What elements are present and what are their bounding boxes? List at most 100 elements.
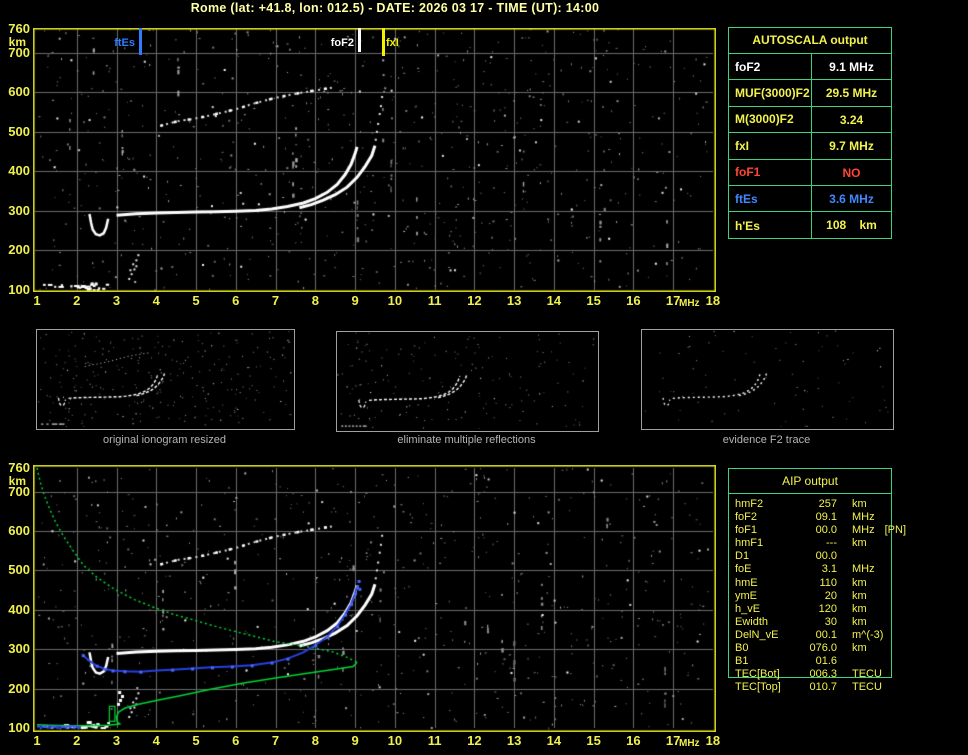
x-tick-label: 14: [546, 293, 562, 308]
parameter-label: foF1: [735, 165, 761, 180]
y-axis-unit: km: [8, 474, 26, 488]
x-axis-unit: MHz: [679, 298, 700, 309]
parameter-label: MUF(3000)F2: [735, 86, 810, 101]
ionogram-plot-bottom: [33, 465, 716, 732]
panel-caption: eliminate multiple reflections: [397, 434, 536, 446]
x-tick-label: 12: [467, 293, 482, 308]
parameter-value: 120: [818, 602, 837, 615]
table-row: M(3000)F2 3.24: [729, 106, 891, 134]
parameter-label: foE: [735, 563, 752, 576]
fof2-marker-line: [358, 28, 362, 52]
x-tick-label: 3: [112, 733, 121, 748]
parameter-value: 3.24: [811, 106, 891, 133]
y-tick-label: 600: [8, 84, 30, 100]
parameter-value: 29.5 MHz: [811, 80, 891, 106]
fof2-marker-label: foF2: [330, 37, 354, 49]
parameter-value: 01.6: [815, 655, 837, 668]
parameter-value: NO: [811, 159, 891, 185]
table-row: foF2 9.1 MHz: [729, 54, 891, 81]
parameter-unit: km: [852, 537, 867, 550]
x-tick-label: 6: [232, 293, 240, 308]
x-tick-label: 2: [73, 293, 81, 308]
parameter-label: TEC[Bot]: [735, 668, 780, 681]
y-tick-label: 300: [8, 202, 30, 218]
parameter-value: 09.1: [815, 511, 837, 524]
parameter-label: foF1: [735, 524, 758, 537]
parameter-value: 006.3: [809, 668, 837, 681]
parameter-unit: [837, 550, 891, 563]
x-tick-label: 15: [586, 733, 601, 748]
x-tick-label: 4: [152, 733, 160, 748]
x-tick-label: 6: [232, 733, 240, 748]
x-tick-label: 14: [546, 733, 562, 748]
table-row: MUF(3000)F2 29.5 MHz: [729, 80, 891, 107]
parameter-value: 9.1 MHz: [811, 54, 891, 80]
parameter-unit: MHz: [852, 563, 875, 576]
parameter-value: 00.1: [815, 628, 837, 641]
aip-output-table: AIP output hmF2 257 km foF2 09.1 MHz foF1 00.0 M…: [728, 468, 906, 693]
x-tick-label: 1: [33, 293, 41, 308]
table-row: ftEs 3.6 MHz: [729, 185, 891, 213]
x-tick-label: 1: [33, 733, 41, 748]
y-tick-label: 300: [8, 641, 30, 657]
parameter-unit: m^(-3): [852, 628, 884, 641]
y-tick-label: 760: [8, 460, 30, 475]
x-tick-label: 13: [506, 293, 522, 308]
table-row: foF2 09.1 MHz: [735, 511, 891, 524]
panel-caption: original ionogram resized: [103, 434, 226, 446]
parameter-unit: MHz [PN]: [852, 524, 907, 537]
parameter-label: foF2: [735, 59, 761, 74]
parameter-unit: km: [852, 602, 867, 615]
y-tick-label: 600: [8, 523, 30, 539]
table-row: foE 3.1 MHz: [735, 563, 891, 576]
x-tick-label: 8: [311, 733, 319, 748]
parameter-label: h'Es: [735, 218, 760, 233]
parameter-unit: km: [852, 498, 867, 510]
parameter-label: ftEs: [735, 191, 758, 206]
parameter-unit: km: [852, 642, 867, 655]
table-row: foF1 00.0 MHz [PN]: [735, 524, 906, 537]
table-row: DelN_vE 00.1 m^(-3): [735, 629, 891, 642]
y-tick-label: 500: [8, 123, 30, 139]
parameter-label: hmF2: [735, 498, 764, 510]
table-row: h'Es 108 km: [729, 212, 891, 239]
x-tick-label: 18: [705, 733, 721, 748]
parameter-value: 9.7 MHz: [811, 133, 891, 159]
table-row: ymE 20 km: [735, 590, 891, 603]
x-tick-label: 16: [626, 733, 641, 748]
table-row: foF1 NO: [729, 159, 891, 186]
parameter-value: 30: [824, 615, 837, 628]
x-tick-label: 11: [427, 293, 442, 308]
x-tick-label: 4: [152, 293, 160, 308]
table-row: B0 076.0 km: [735, 642, 891, 655]
fxi-marker-line: [381, 28, 385, 56]
parameter-value: ---: [826, 537, 837, 550]
x-tick-label: 11: [427, 733, 442, 748]
x-axis-unit: MHz: [679, 738, 700, 749]
x-tick-label: 16: [626, 293, 641, 308]
x-tick-label: 12: [467, 733, 482, 748]
table-row: hmE 110 km: [735, 577, 891, 590]
y-tick-label: 760: [8, 21, 30, 36]
y-axis-unit: km: [8, 35, 26, 49]
parameter-unit: TECU: [852, 681, 882, 694]
parameter-label: DelN_vE: [735, 628, 779, 641]
panel-caption: evidence F2 trace: [722, 434, 811, 446]
parameter-label: TEC[Top]: [735, 681, 781, 694]
x-tick-label: 13: [506, 733, 522, 748]
table-row: D1 00.0: [735, 550, 891, 563]
x-tick-label: 9: [351, 293, 359, 308]
parameter-label: D1: [735, 550, 750, 563]
ftes-marker-label: ftEs: [114, 37, 135, 49]
aip-table-title: AIP output: [729, 469, 891, 494]
table-row: TEC[Top] 010.7 TECU: [735, 681, 891, 694]
autoscala-table-title: AUTOSCALA output: [729, 28, 891, 54]
x-tick-label: 7: [271, 293, 280, 308]
x-tick-label: 8: [311, 293, 319, 308]
parameter-value: 110: [819, 576, 837, 589]
x-tick-label: 5: [192, 293, 200, 308]
parameter-unit: [837, 655, 891, 668]
autoscala-output-table: AUTOSCALA output foF2 9.1 MHz MUF(3000)F2 2…: [728, 27, 892, 239]
x-tick-label: 15: [586, 293, 601, 308]
table-row: fxI 9.7 MHz: [729, 133, 891, 160]
